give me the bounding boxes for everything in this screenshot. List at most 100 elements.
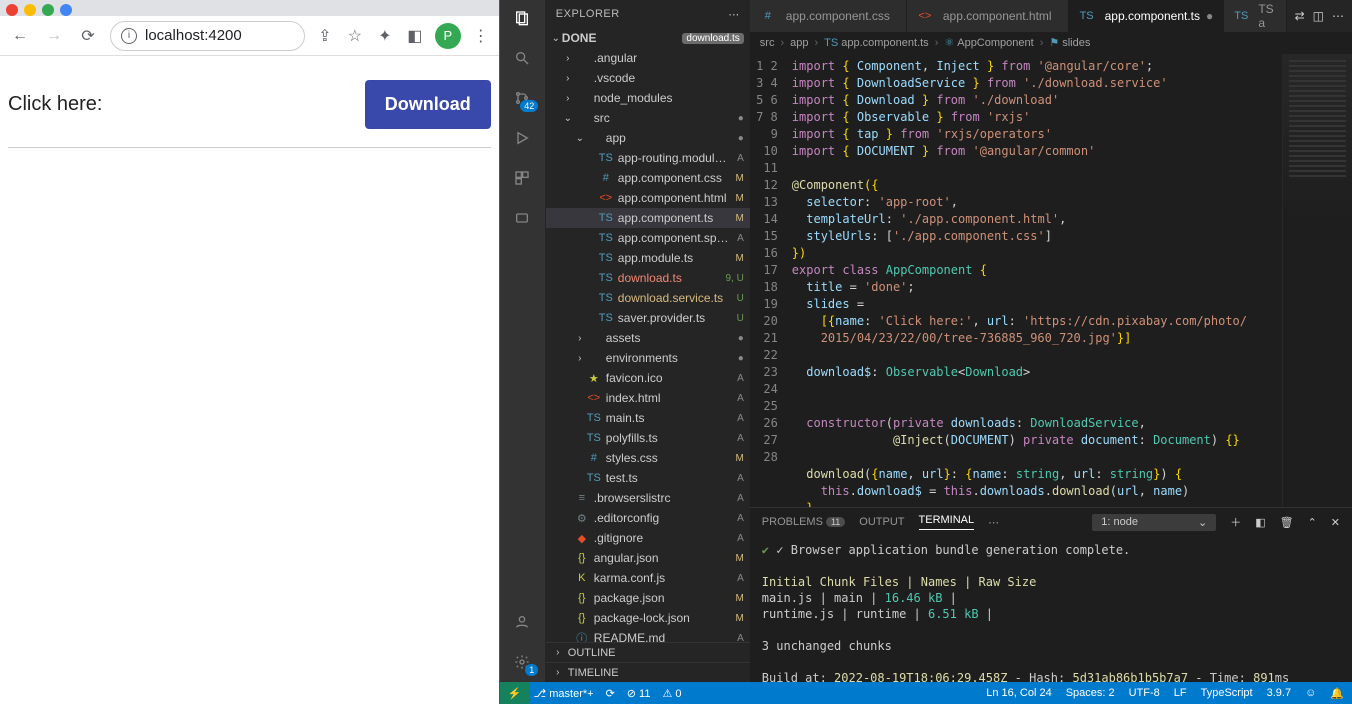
source-control-icon[interactable]: 42	[510, 86, 534, 110]
tree-item[interactable]: ›.angular	[546, 48, 750, 68]
terminal-selector[interactable]: 1: node⌄	[1092, 514, 1216, 531]
tree-item[interactable]: TSdownload.service.tsU	[546, 288, 750, 308]
download-button[interactable]: Download	[365, 80, 491, 129]
tree-item[interactable]: {}package.jsonM	[546, 588, 750, 608]
tree-item[interactable]: <>app.component.htmlM	[546, 188, 750, 208]
split-editor-icon[interactable]: ◫	[1313, 9, 1324, 23]
sidepanel-icon[interactable]: ◧	[405, 26, 425, 46]
run-debug-icon[interactable]	[510, 126, 534, 150]
tree-item[interactable]: TSpolyfills.tsA	[546, 428, 750, 448]
close-panel-icon[interactable]: ✕	[1331, 516, 1340, 529]
timeline-section[interactable]: ›TIMELINE	[546, 662, 750, 682]
share-icon[interactable]: ⇪	[315, 26, 335, 46]
extensions-icon[interactable]: ✦	[375, 26, 395, 46]
bookmark-icon[interactable]: ☆	[345, 26, 365, 46]
profile-avatar[interactable]: P	[435, 23, 461, 49]
encoding[interactable]: UTF-8	[1129, 687, 1160, 700]
tree-item[interactable]: Kkarma.conf.jsA	[546, 568, 750, 588]
file-tree[interactable]: ⌄DONEdownload.ts›.angular›.vscode›node_m…	[546, 28, 750, 642]
tree-item[interactable]: ›.vscode	[546, 68, 750, 88]
editor-tab[interactable]: <>app.component.html	[907, 0, 1069, 32]
tree-item[interactable]: TSapp.component.spec.tsA	[546, 228, 750, 248]
minimap[interactable]	[1282, 54, 1352, 507]
tree-item[interactable]: ›node_modules	[546, 88, 750, 108]
remote-icon[interactable]	[510, 206, 534, 230]
explorer-more-icon[interactable]: ⋯	[728, 8, 740, 21]
explorer-icon[interactable]	[510, 6, 534, 30]
tree-item[interactable]: TSmain.tsA	[546, 408, 750, 428]
tree-item[interactable]: {}angular.jsonM	[546, 548, 750, 568]
code-editor[interactable]: 1 2 3 4 5 6 7 8 9 10 11 12 13 14 15 16 1…	[750, 54, 1352, 507]
back-button[interactable]: ←	[8, 24, 32, 48]
bottom-panel: PROBLEMS11 OUTPUT TERMINAL ⋯ 1: node⌄ ＋ …	[750, 507, 1352, 682]
editor-tab[interactable]: TSTS a	[1224, 0, 1286, 32]
tree-item[interactable]: ›environments●	[546, 348, 750, 368]
click-here-label: Click here:	[8, 93, 102, 116]
tree-item[interactable]: <>index.htmlA	[546, 388, 750, 408]
outline-section[interactable]: ›OUTLINE	[546, 642, 750, 662]
chrome-tabstrip	[0, 0, 499, 16]
language-mode[interactable]: TypeScript	[1201, 687, 1253, 700]
forward-button[interactable]: →	[42, 24, 66, 48]
warning-count[interactable]: ⚠ 0	[662, 687, 681, 700]
compare-icon[interactable]: ⇄	[1295, 9, 1305, 23]
tree-item[interactable]: ≡.browserslistrcA	[546, 488, 750, 508]
tree-item[interactable]: TSapp.component.tsM	[546, 208, 750, 228]
search-icon[interactable]	[510, 46, 534, 70]
tree-item[interactable]: ⓘREADME.mdA	[546, 628, 750, 642]
tree-item[interactable]: ★favicon.icoA	[546, 368, 750, 388]
breadcrumb-item[interactable]: ⚛AppComponent	[944, 36, 1033, 49]
breadcrumbs[interactable]: src›app›TSapp.component.ts›⚛AppComponent…	[750, 32, 1352, 54]
ts-version[interactable]: 3.9.7	[1267, 687, 1291, 700]
new-terminal-icon[interactable]: ＋	[1230, 514, 1241, 530]
tree-item[interactable]: TSapp.module.tsM	[546, 248, 750, 268]
git-branch[interactable]: ⎇ master*+	[534, 687, 594, 700]
site-info-icon[interactable]: i	[121, 28, 137, 44]
split-terminal-icon[interactable]: ◧	[1255, 516, 1265, 529]
problems-tab[interactable]: PROBLEMS11	[762, 516, 845, 528]
chrome-window: ← → ⟳ i localhost:4200 ⇪ ☆ ✦ ◧ P ⋮ Click…	[0, 0, 500, 704]
indentation[interactable]: Spaces: 2	[1066, 687, 1115, 700]
tree-root[interactable]: ⌄DONEdownload.ts	[546, 28, 750, 48]
editor-tabs: #app.component.css<>app.component.htmlTS…	[750, 0, 1352, 32]
remote-indicator[interactable]: ⚡	[500, 682, 530, 704]
tree-item[interactable]: ⌄app●	[546, 128, 750, 148]
maximize-panel-icon[interactable]: ⌃	[1308, 516, 1317, 529]
tree-item[interactable]: #styles.cssM	[546, 448, 750, 468]
tree-item[interactable]: ›assets●	[546, 328, 750, 348]
tree-item[interactable]: TSsaver.provider.tsU	[546, 308, 750, 328]
tree-item[interactable]: #app.component.cssM	[546, 168, 750, 188]
more-actions-icon[interactable]: ⋯	[1332, 9, 1344, 23]
error-count[interactable]: ⊘ 11	[627, 687, 651, 700]
address-bar[interactable]: i localhost:4200	[110, 21, 305, 51]
breadcrumb-item[interactable]: ⚑slides	[1049, 36, 1090, 49]
tree-item[interactable]: {}package-lock.jsonM	[546, 608, 750, 628]
terminal-tab[interactable]: TERMINAL	[919, 514, 975, 530]
breadcrumb-item[interactable]: TSapp.component.ts	[824, 37, 929, 49]
editor-tab[interactable]: TSapp.component.ts●	[1069, 0, 1225, 32]
settings-icon[interactable]: 1	[510, 650, 534, 674]
editor-tab[interactable]: #app.component.css	[750, 0, 907, 32]
feedback-icon[interactable]: ☺	[1305, 687, 1316, 700]
kill-terminal-icon[interactable]: 🗑	[1280, 516, 1294, 529]
terminal-output[interactable]: ✔ ✓ Browser application bundle generatio…	[750, 536, 1352, 682]
sync-icon[interactable]: ⟳	[606, 687, 615, 700]
menu-icon[interactable]: ⋮	[471, 26, 491, 46]
cursor-position[interactable]: Ln 16, Col 24	[986, 687, 1051, 700]
breadcrumb-item[interactable]: app	[790, 37, 808, 49]
eol[interactable]: LF	[1174, 687, 1187, 700]
tree-item[interactable]: ⌄src●	[546, 108, 750, 128]
panel-more-icon[interactable]: ⋯	[988, 516, 999, 529]
code-content[interactable]: import { Component, Inject } from '@angu…	[786, 54, 1352, 507]
accounts-icon[interactable]	[510, 610, 534, 634]
reload-button[interactable]: ⟳	[76, 24, 100, 48]
tree-item[interactable]: ⚙.editorconfigA	[546, 508, 750, 528]
tree-item[interactable]: ◆.gitignoreA	[546, 528, 750, 548]
output-tab[interactable]: OUTPUT	[859, 516, 904, 528]
tree-item[interactable]: TStest.tsA	[546, 468, 750, 488]
tree-item[interactable]: TSapp-routing.module.tsA	[546, 148, 750, 168]
notifications-icon[interactable]: 🔔	[1330, 687, 1344, 700]
tree-item[interactable]: TSdownload.ts9, U	[546, 268, 750, 288]
breadcrumb-item[interactable]: src	[760, 37, 775, 49]
extensions-icon[interactable]	[510, 166, 534, 190]
